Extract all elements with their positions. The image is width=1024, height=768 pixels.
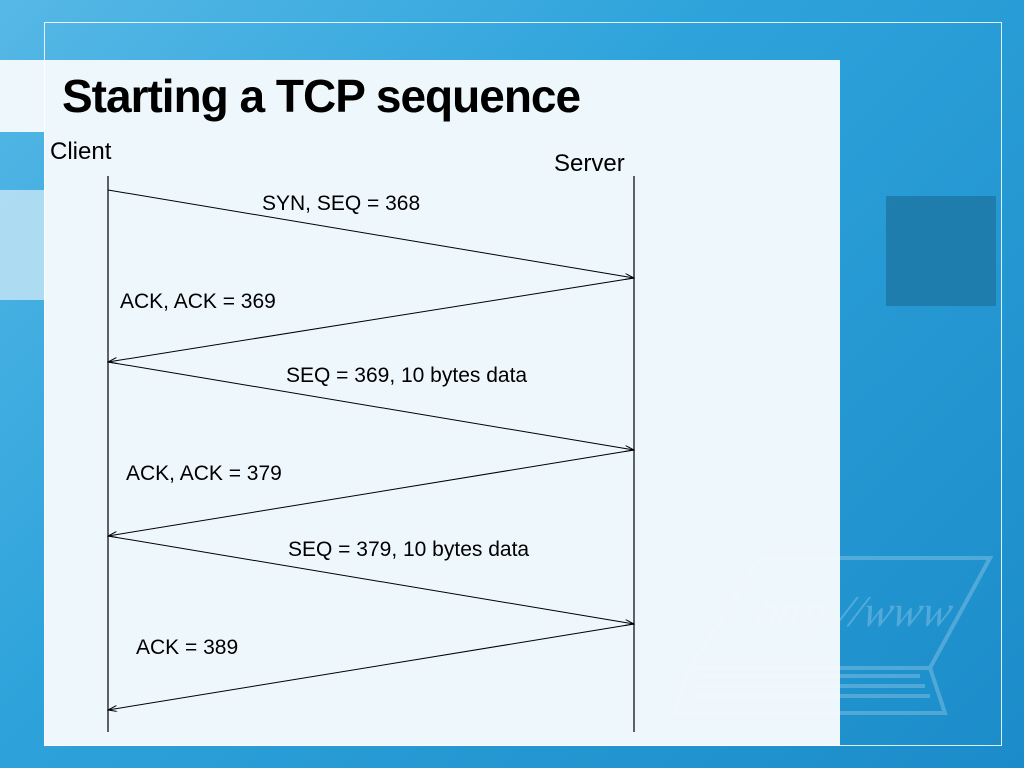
msg-data-379: SEQ = 379, 10 bytes data xyxy=(288,538,529,562)
laptop-watermark-icon: http://www xyxy=(640,518,1000,758)
msg-ack-369: ACK, ACK = 369 xyxy=(120,290,276,314)
msg-syn: SYN, SEQ = 368 xyxy=(262,192,420,216)
slide-title: Starting a TCP sequence xyxy=(62,69,580,123)
msg-data-369: SEQ = 369, 10 bytes data xyxy=(286,364,527,388)
watermark-text: http://www xyxy=(751,587,959,636)
title-bar: Starting a TCP sequence xyxy=(0,60,840,132)
background-accent-square xyxy=(886,196,996,306)
msg-ack-389: ACK = 389 xyxy=(136,636,238,660)
msg-ack-379: ACK, ACK = 379 xyxy=(126,462,282,486)
